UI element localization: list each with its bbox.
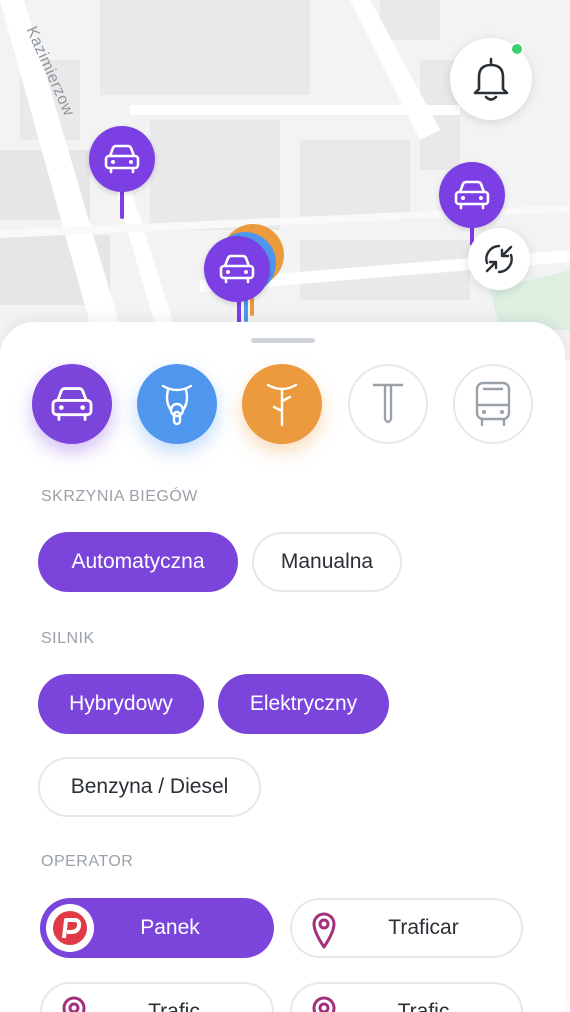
car-icon: [104, 144, 140, 174]
gearbox-manual-chip[interactable]: Manualna: [252, 532, 402, 592]
engine-petrol-diesel-chip[interactable]: Benzyna / Diesel: [38, 757, 261, 817]
filter-sheet: SKRZYNIA BIEGÓW Automatyczna Manualna SI…: [0, 322, 565, 1012]
operator-chip[interactable]: Trafic: [40, 982, 274, 1012]
gearbox-automatic-chip[interactable]: Automatyczna: [38, 532, 238, 592]
operator-traficar-chip[interactable]: Traficar: [290, 898, 523, 958]
mode-kick-scooter-button[interactable]: [348, 364, 428, 444]
location-pin-icon: [300, 906, 348, 954]
mode-bike-button[interactable]: [242, 364, 322, 444]
scooter-icon: [161, 384, 193, 426]
mode-bus-button[interactable]: [453, 364, 533, 444]
operator-label: Trafic: [397, 1000, 450, 1012]
mode-scooter-button[interactable]: [137, 364, 217, 444]
notification-indicator: [510, 42, 524, 56]
sheet-drag-handle[interactable]: [251, 338, 315, 343]
kick-scooter-icon: [372, 383, 404, 424]
gearbox-section-title: SKRZYNIA BIEGÓW: [41, 488, 198, 505]
engine-hybrid-chip[interactable]: Hybrydowy: [38, 674, 204, 734]
bus-icon: [475, 381, 511, 427]
bike-icon: [266, 383, 298, 427]
car-icon: [454, 180, 490, 210]
bell-icon: [473, 57, 509, 101]
car-icon: [219, 254, 255, 284]
operator-chip[interactable]: Trafic: [290, 982, 523, 1012]
location-pin-icon: [50, 990, 98, 1012]
operator-panek-chip[interactable]: Panek: [40, 898, 274, 958]
car-pin[interactable]: [204, 236, 270, 302]
car-icon: [51, 387, 93, 421]
operator-label: Trafic: [148, 1000, 200, 1012]
recenter-icon: [485, 244, 513, 274]
car-pin[interactable]: [439, 162, 505, 228]
transport-mode-selector: [32, 364, 542, 448]
operator-label: Traficar: [388, 916, 459, 939]
engine-electric-chip[interactable]: Elektryczny: [218, 674, 389, 734]
operator-section-title: OPERATOR: [41, 853, 134, 870]
recenter-button[interactable]: [468, 228, 530, 290]
engine-section-title: SILNIK: [41, 630, 95, 647]
mode-car-button[interactable]: [32, 364, 112, 444]
map-view[interactable]: Kazimierzow: [0, 0, 570, 360]
panek-logo-icon: [46, 904, 94, 952]
location-pin-icon: [300, 990, 348, 1012]
operator-label: Panek: [140, 916, 200, 939]
car-pin[interactable]: [89, 126, 155, 192]
